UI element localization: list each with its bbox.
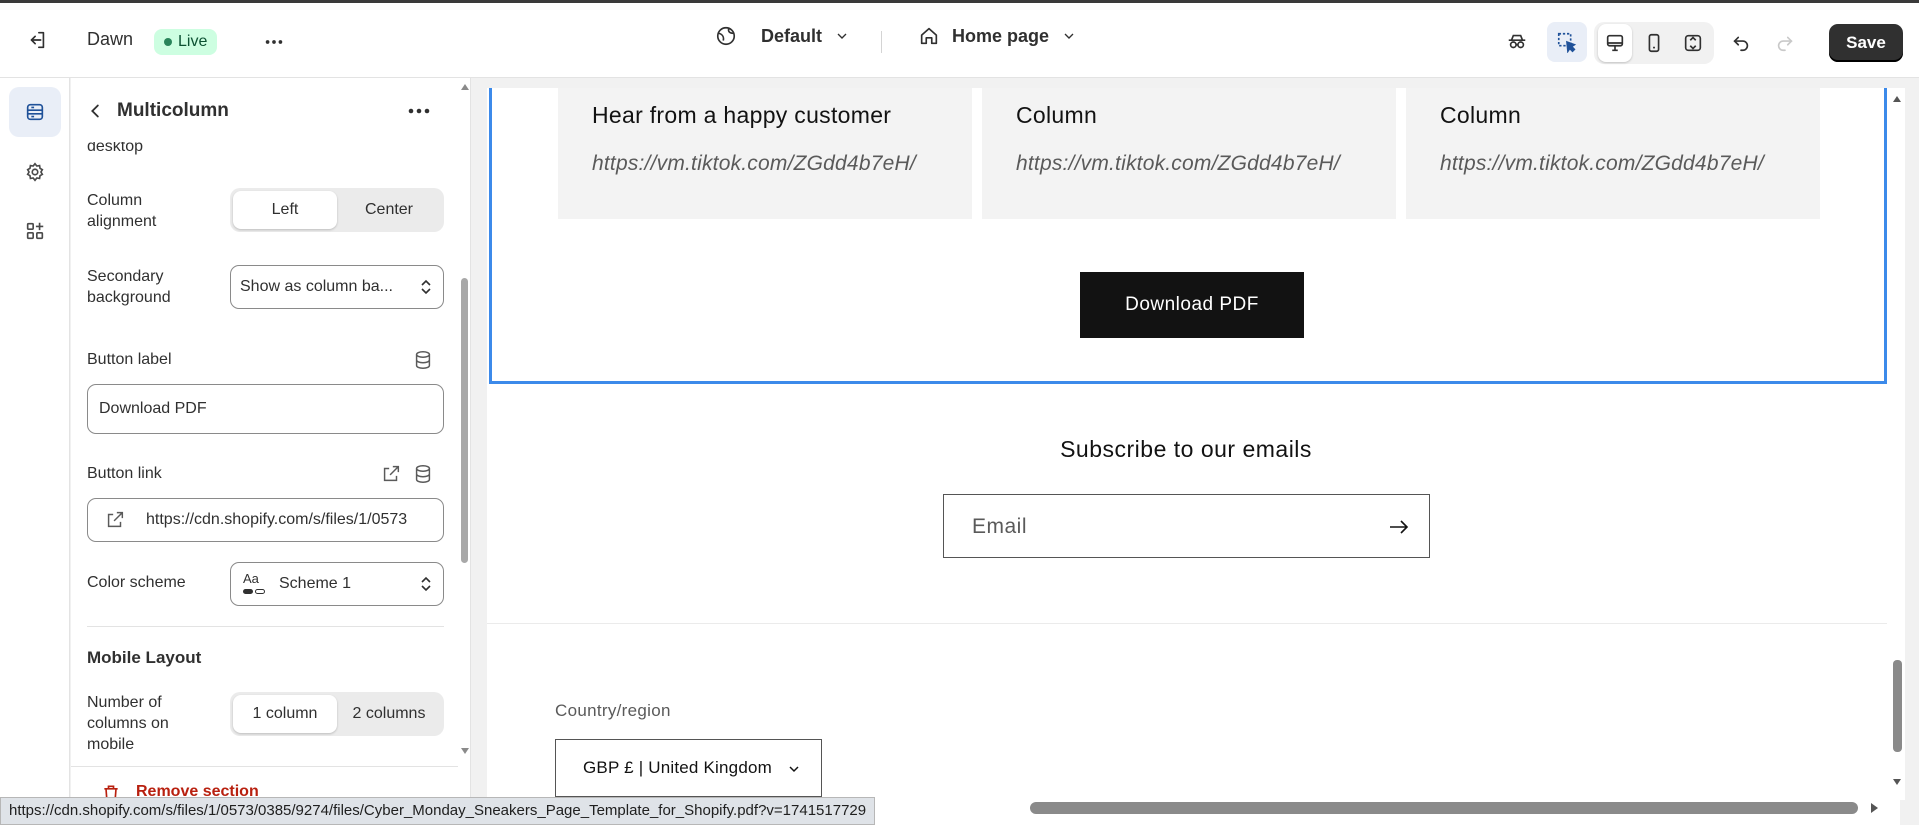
save-button[interactable]: Save	[1829, 24, 1903, 62]
column-alignment-label: Column alignment	[87, 192, 157, 230]
button-label-value: Download PDF	[99, 400, 207, 417]
color-scheme-value: Scheme 1	[279, 575, 352, 592]
dynamic-source-icon[interactable]	[412, 349, 434, 371]
page-label: Home page	[952, 25, 1050, 46]
scroll-down-icon[interactable]	[1892, 777, 1902, 787]
mobile-layout-heading: Mobile Layout	[87, 648, 202, 667]
one-column-option[interactable]: 1 column	[233, 695, 337, 733]
select-arrows-icon	[421, 576, 431, 592]
country-region-label: Country/region	[555, 701, 671, 720]
section-settings-panel: desktop Multicolumn Column alignment Lef…	[71, 78, 471, 825]
button-label-input[interactable]: Download PDF	[87, 384, 444, 434]
column-title: Column	[1016, 102, 1098, 128]
panel-header: Multicolumn	[71, 78, 458, 142]
column-title: Hear from a happy customer	[592, 102, 892, 128]
country-region-value: GBP £ | United Kingdom	[583, 758, 772, 777]
mobile-columns-toggle: 1 column 2 columns	[230, 692, 444, 736]
language-selector[interactable]: Default	[715, 25, 850, 47]
scroll-right-icon[interactable]	[1869, 802, 1879, 814]
settings-icon[interactable]	[9, 147, 61, 197]
page-selector[interactable]: Home page	[918, 25, 1077, 47]
email-placeholder: Email	[972, 515, 1028, 538]
selected-multicolumn-section[interactable]: Hear from a happy customer https://vm.ti…	[489, 88, 1887, 384]
align-center-option[interactable]: Center	[337, 191, 441, 229]
panel-scroll-thumb[interactable]	[461, 278, 468, 563]
align-left-option[interactable]: Left	[233, 191, 337, 229]
language-label: Default	[761, 25, 823, 46]
horizontal-scroll-thumb[interactable]	[1030, 802, 1858, 814]
status-bar-url: https://cdn.shopify.com/s/files/1/0573/0…	[0, 797, 876, 825]
apps-icon[interactable]	[9, 206, 61, 256]
column-text: https://vm.tiktok.com/ZGdd4b7eH/	[1016, 152, 1340, 175]
panel-title: Multicolumn	[117, 100, 229, 121]
column-text: https://vm.tiktok.com/ZGdd4b7eH/	[592, 152, 916, 175]
left-rail	[0, 78, 70, 825]
sections-icon[interactable]	[9, 87, 61, 137]
preview-scroll-thumb[interactable]	[1893, 660, 1902, 752]
scroll-up-icon[interactable]	[1892, 94, 1902, 104]
newsletter-title: Subscribe to our emails	[1060, 436, 1312, 462]
button-link-value: https://cdn.shopify.com/s/files/1/0573	[146, 511, 408, 528]
column-card[interactable]: Hear from a happy customer https://vm.ti…	[558, 88, 972, 219]
divider	[881, 31, 882, 53]
select-arrows-icon	[421, 279, 431, 295]
inspector-icon[interactable]	[1547, 22, 1587, 62]
download-pdf-button[interactable]: Download PDF	[1080, 272, 1304, 338]
color-scheme-swatch: Aa	[243, 572, 271, 595]
button-label-label: Button label	[87, 351, 172, 368]
mobile-columns-label: Number of columns on mobile	[87, 694, 169, 753]
dynamic-source-icon[interactable]	[412, 463, 434, 485]
storefront-preview: Hear from a happy customer https://vm.ti…	[487, 88, 1900, 825]
status-badge: Live	[154, 29, 218, 55]
exit-icon[interactable]	[19, 22, 55, 58]
button-link-input[interactable]: https://cdn.shopify.com/s/files/1/0573	[87, 498, 444, 542]
secondary-background-select[interactable]: Show as column ba...	[230, 265, 444, 309]
two-columns-option[interactable]: 2 columns	[337, 695, 441, 733]
theme-name: Dawn	[87, 29, 134, 49]
home-icon	[920, 27, 938, 45]
external-link-icon[interactable]	[380, 463, 402, 485]
color-scheme-label: Color scheme	[87, 574, 186, 591]
color-scheme-select[interactable]: Aa Scheme 1	[230, 562, 444, 606]
secondary-background-label: Secondary background	[87, 268, 171, 306]
country-region-select[interactable]: GBP £ | United Kingdom	[555, 739, 822, 797]
column-title: Column	[1440, 102, 1522, 128]
button-link-label: Button link	[87, 465, 162, 482]
desktop-view-icon[interactable]	[1598, 24, 1632, 62]
email-input[interactable]: Email	[943, 494, 1430, 558]
link-icon	[107, 511, 124, 528]
chevron-down-icon	[789, 766, 799, 773]
back-arrow-icon[interactable]	[85, 100, 107, 122]
divider	[87, 626, 444, 627]
chevron-down-icon	[1064, 33, 1074, 39]
redo-icon[interactable]	[1767, 24, 1803, 60]
more-options-icon[interactable]	[405, 100, 433, 122]
incognito-icon[interactable]	[1499, 24, 1535, 60]
secondary-background-value: Show as column ba...	[240, 278, 393, 295]
column-card[interactable]: Column https://vm.tiktok.com/ZGdd4b7eH/	[982, 88, 1396, 219]
footer-divider	[487, 623, 1887, 624]
globe-icon	[716, 26, 736, 46]
scroll-up-icon[interactable]	[460, 82, 470, 92]
arrow-right-icon[interactable]	[1388, 517, 1410, 537]
column-text: https://vm.tiktok.com/ZGdd4b7eH/	[1440, 152, 1764, 175]
top-bar: Dawn Live Default Home page Save	[0, 0, 1919, 78]
scroll-down-icon[interactable]	[460, 746, 470, 756]
mobile-view-icon[interactable]	[1637, 24, 1671, 62]
column-card[interactable]: Column https://vm.tiktok.com/ZGdd4b7eH/	[1406, 88, 1820, 219]
more-actions-icon[interactable]	[256, 24, 292, 60]
column-alignment-toggle: Left Center	[230, 188, 444, 232]
fullscreen-view-icon[interactable]	[1676, 24, 1710, 62]
undo-icon[interactable]	[1723, 24, 1759, 60]
chevron-down-icon	[837, 33, 847, 39]
